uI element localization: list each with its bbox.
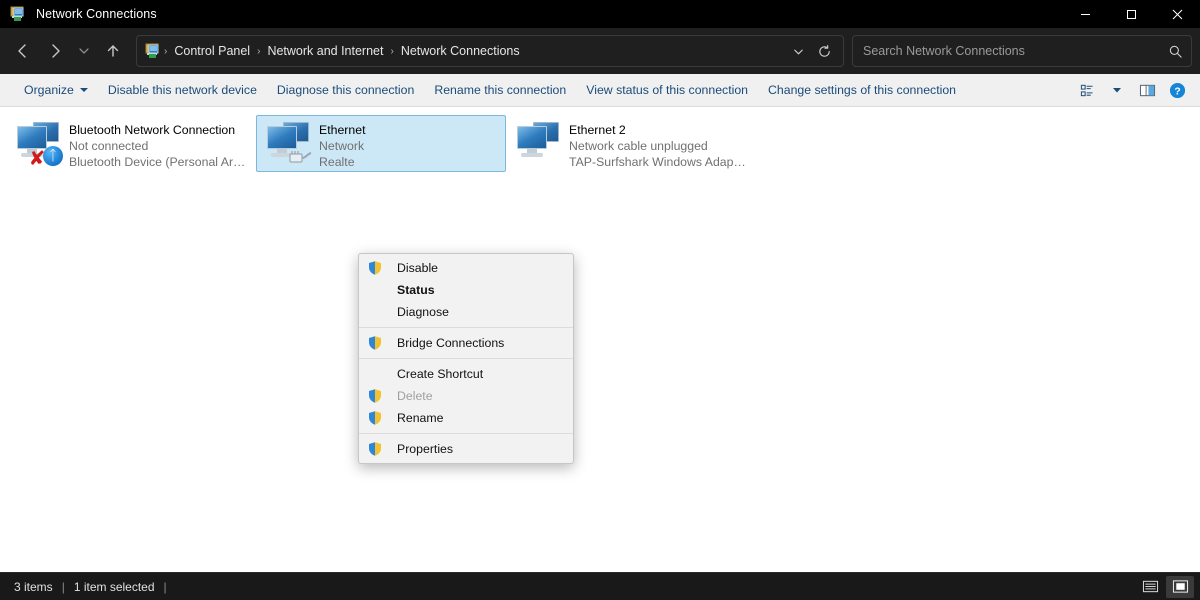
breadcrumb-chevron-down-icon[interactable] [785,38,811,64]
breadcrumb-separator: › [254,46,263,57]
chevron-down-icon [80,88,88,92]
context-menu-item-delete: Delete [359,385,573,407]
breadcrumb-item-network-and-internet[interactable]: Network and Internet [263,44,387,58]
context-menu-item-label: Create Shortcut [397,367,483,381]
uac-shield-icon [367,335,383,351]
command-organize[interactable]: Organize [14,79,98,101]
context-menu-item-label: Properties [397,442,453,456]
uac-shield-icon [367,441,383,457]
connection-item-bluetooth-network-connection[interactable]: ✘ ᛏ Bluetooth Network Connection Not con… [6,115,256,172]
network-connections-window: Network Connections [0,0,1200,600]
command-change-settings-of-this-connection[interactable]: Change settings of this connection [758,79,966,101]
network-adapter-icon [513,120,565,168]
context-menu-item-label: Status [397,283,435,297]
status-divider: | [155,580,176,594]
view-options-chevron-down-icon[interactable] [1102,78,1132,102]
back-arrow-icon[interactable] [8,36,38,66]
command-disable-this-network-device[interactable]: Disable this network device [98,79,267,101]
context-menu-item-bridge-connections[interactable]: Bridge Connections [359,332,573,354]
view-options-icon[interactable] [1072,78,1102,102]
breadcrumb-separator: › [387,46,396,57]
address-bar: › Control Panel › Network and Internet ›… [0,28,1200,74]
context-menu-item-diagnose[interactable]: Diagnose [359,301,573,323]
help-icon[interactable]: ? [1162,78,1192,102]
uac-shield-icon [367,410,383,426]
command-organize-label: Organize [24,83,74,97]
connection-name: Bluetooth Network Connection [69,122,249,138]
breadcrumb-separator: › [161,46,170,57]
context-menu-item-status[interactable]: Status [359,279,573,301]
context-menu-item-label: Disable [397,261,438,275]
context-menu-item-label: Diagnose [397,305,449,319]
context-menu-item-rename[interactable]: Rename [359,407,573,429]
up-arrow-icon[interactable] [98,36,128,66]
bluetooth-icon: ᛏ [43,146,63,166]
title-bar: Network Connections [0,0,1200,28]
connections-list: ✘ ᛏ Bluetooth Network Connection Not con… [0,107,1200,572]
connection-device: Realte [319,154,366,170]
item-count: 3 items [14,580,53,594]
connection-device: Bluetooth Device (Personal Area ... [69,154,249,170]
recent-locations-chevron-down-icon[interactable] [72,36,96,66]
maximize-icon[interactable] [1108,0,1154,28]
command-view-status-of-this-connection[interactable]: View status of this connection [576,79,758,101]
network-adapter-icon [263,120,315,168]
command-bar: Organize Disable this network device Dia… [0,74,1200,107]
connection-item-ethernet-2[interactable]: Ethernet 2 Network cable unplugged TAP-S… [506,115,756,172]
search-input[interactable] [863,44,1168,58]
breadcrumb-item-network-connections[interactable]: Network Connections [397,44,524,58]
status-bar: 3 items | 1 item selected | [0,572,1200,600]
context-menu-item-label: Rename [397,411,443,425]
context-menu-item-create-shortcut[interactable]: Create Shortcut [359,363,573,385]
search-icon[interactable] [1168,44,1183,59]
window-title: Network Connections [36,7,157,21]
command-rename-this-connection[interactable]: Rename this connection [424,79,576,101]
context-menu-separator [359,327,573,328]
context-menu-item-disable[interactable]: Disable [359,257,573,279]
connections-row: ✘ ᛏ Bluetooth Network Connection Not con… [0,115,1200,172]
command-diagnose-this-connection[interactable]: Diagnose this connection [267,79,424,101]
large-icons-view-icon[interactable] [1166,576,1194,598]
connection-name: Ethernet [319,122,366,138]
network-connections-icon [10,6,26,22]
close-icon[interactable] [1154,0,1200,28]
caption-buttons [1062,0,1200,28]
context-menu-item-label: Delete [397,389,433,403]
connection-text: Ethernet 2 Network cable unplugged TAP-S… [569,120,749,170]
connection-status: Network cable unplugged [569,138,749,154]
context-menu-separator [359,433,573,434]
uac-shield-icon [367,388,383,404]
ethernet-cable-icon [289,148,313,166]
minimize-icon[interactable] [1062,0,1108,28]
forward-arrow-icon[interactable] [40,36,70,66]
context-menu: Disable Status Diagnose Bridge Connecti [358,253,574,464]
connection-text: Ethernet Network Realte [319,120,366,170]
context-menu-separator [359,358,573,359]
context-menu-item-label: Bridge Connections [397,336,504,350]
context-menu-item-properties[interactable]: Properties [359,438,573,460]
refresh-icon[interactable] [811,38,837,64]
search-box[interactable] [852,35,1192,67]
preview-pane-icon[interactable] [1132,78,1162,102]
uac-shield-icon [367,260,383,276]
svg-text:?: ? [1174,86,1180,97]
connection-text: Bluetooth Network Connection Not connect… [69,120,249,170]
network-adapter-icon: ✘ ᛏ [13,120,65,168]
connection-status: Not connected [69,138,249,154]
connection-name: Ethernet 2 [569,122,749,138]
connection-item-ethernet[interactable]: Ethernet Network Realte [256,115,506,172]
details-view-icon[interactable] [1136,576,1164,598]
connection-device: TAP-Surfshark Windows Adapter V9 [569,154,749,170]
control-panel-icon [145,43,161,59]
breadcrumb-item-control-panel[interactable]: Control Panel [170,44,254,58]
connection-status: Network [319,138,366,154]
breadcrumb[interactable]: › Control Panel › Network and Internet ›… [136,35,844,67]
status-divider: | [53,580,74,594]
selection-count: 1 item selected [74,580,155,594]
